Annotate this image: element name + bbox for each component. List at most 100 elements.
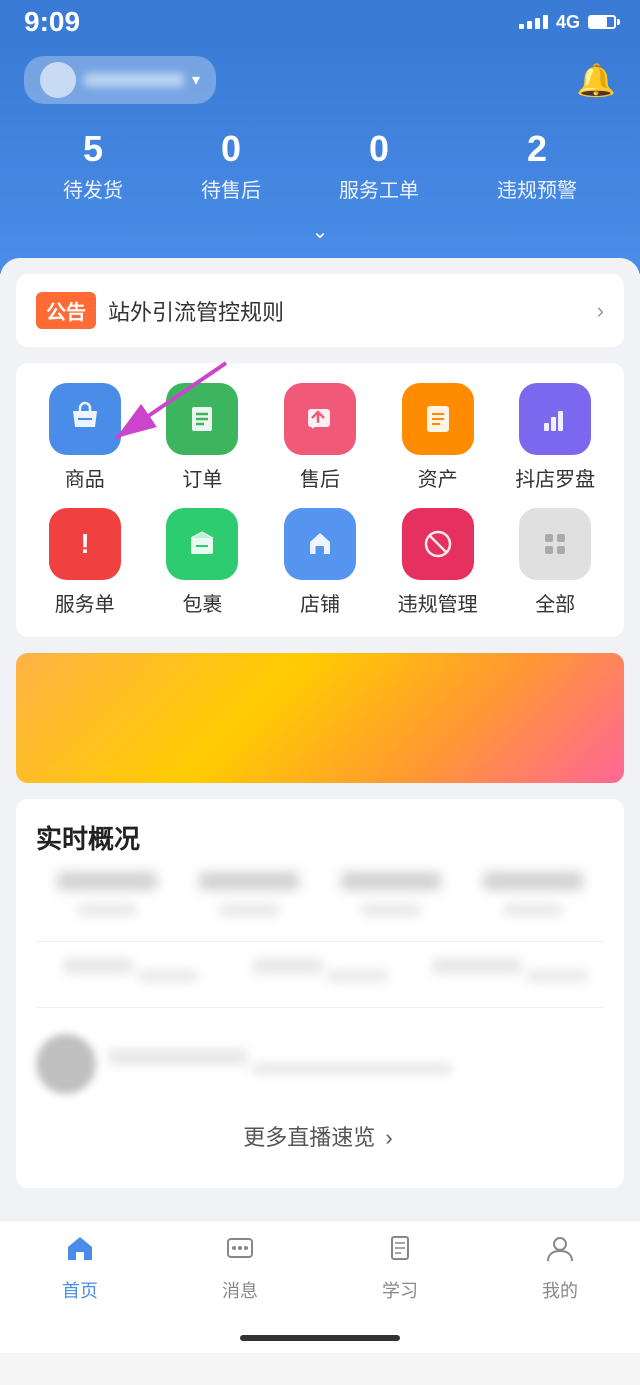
stat-pending-ship[interactable]: 5 待发货	[63, 128, 123, 203]
status-time: 9:09	[24, 6, 80, 38]
store-label: 店铺	[300, 588, 340, 617]
service-label: 服务单	[55, 588, 115, 617]
menu-card: 商品 订单	[16, 363, 624, 637]
assets-label: 资产	[418, 463, 458, 492]
stat-label-0: 待发货	[63, 174, 123, 203]
nav-messages[interactable]: 消息	[160, 1233, 320, 1303]
battery-icon	[588, 15, 616, 29]
nav-home[interactable]: 首页	[0, 1233, 160, 1303]
nav-learn[interactable]: 学习	[320, 1233, 480, 1303]
goods-icon	[49, 383, 121, 455]
signal-icon	[519, 15, 548, 29]
realtime-col-1	[36, 872, 178, 921]
violation-label: 违规管理	[398, 588, 478, 617]
announcement-bar[interactable]: 公告 站外引流管控规则 ›	[16, 274, 624, 347]
realtime-title: 实时概况	[36, 819, 604, 856]
status-bar: 9:09 4G	[0, 0, 640, 44]
bell-icon[interactable]: 🔔	[576, 61, 616, 99]
stats-row: 5 待发货 0 待售后 0 服务工单 2 违规预警	[24, 128, 616, 203]
live-avatar	[36, 1034, 96, 1094]
announcement-badge: 公告	[36, 292, 96, 329]
home-icon	[64, 1233, 96, 1273]
nav-home-label: 首页	[62, 1277, 98, 1303]
assets-icon	[402, 383, 474, 455]
nav-messages-label: 消息	[222, 1277, 258, 1303]
stat-service-order[interactable]: 0 服务工单	[339, 128, 419, 203]
stat-num-3: 2	[497, 128, 577, 170]
stat-label-3: 违规预警	[497, 174, 577, 203]
all-icon	[519, 508, 591, 580]
shop-avatar	[40, 62, 76, 98]
order-label: 订单	[182, 463, 222, 492]
parcel-icon	[166, 508, 238, 580]
nav-profile-label: 我的	[542, 1277, 578, 1303]
menu-item-store[interactable]: 店铺	[261, 508, 379, 617]
menu-item-compass[interactable]: 抖店罗盘	[496, 383, 614, 492]
menu-item-goods[interactable]: 商品	[26, 383, 144, 492]
menu-item-parcel[interactable]: 包裹	[144, 508, 262, 617]
home-indicator	[0, 1327, 640, 1353]
stat-num-0: 5	[63, 128, 123, 170]
bottom-nav: 首页 消息 学习	[0, 1220, 640, 1327]
realtime-card: 实时概况	[16, 799, 624, 1188]
status-icons: 4G	[519, 12, 616, 33]
parcel-label: 包裹	[182, 588, 222, 617]
header-top: ▾ 🔔	[24, 56, 616, 104]
stat-label-2: 服务工单	[339, 174, 419, 203]
menu-item-violation[interactable]: 违规管理	[379, 508, 497, 617]
header: ▾ 🔔 5 待发货 0 待售后 0 服务工单 2 违规预警 ⌄	[0, 44, 640, 274]
shop-selector[interactable]: ▾	[24, 56, 216, 104]
realtime-col-6	[225, 958, 414, 987]
main-content: 公告 站外引流管控规则 ›	[0, 258, 640, 1220]
aftersale-label: 售后	[300, 463, 340, 492]
profile-icon	[544, 1233, 576, 1273]
more-live-arrow: ›	[385, 1125, 392, 1150]
realtime-col-2	[178, 872, 320, 921]
network-label: 4G	[556, 12, 580, 33]
violation-icon	[402, 508, 474, 580]
store-icon	[284, 508, 356, 580]
learn-icon	[384, 1233, 416, 1273]
order-icon	[166, 383, 238, 455]
nav-learn-label: 学习	[382, 1277, 418, 1303]
menu-grid: 商品 订单	[26, 383, 614, 617]
shop-name	[84, 73, 184, 87]
announcement-text: 站外引流管控规则	[108, 295, 585, 327]
divider2	[36, 1007, 604, 1008]
realtime-col-7	[415, 958, 604, 987]
all-label: 全部	[535, 588, 575, 617]
menu-section: 公告 站外引流管控规则 ›	[16, 274, 624, 637]
stat-num-2: 0	[339, 128, 419, 170]
messages-icon	[224, 1233, 256, 1273]
blur-live-row	[36, 1024, 604, 1104]
realtime-col-5	[36, 958, 225, 987]
home-bar	[240, 1335, 400, 1341]
stat-num-1: 0	[201, 128, 261, 170]
menu-item-assets[interactable]: 资产	[379, 383, 497, 492]
menu-item-aftersale[interactable]: 售后	[261, 383, 379, 492]
more-live-link[interactable]: 更多直播速览 ›	[36, 1104, 604, 1168]
svg-text:!: !	[80, 528, 89, 559]
nav-profile[interactable]: 我的	[480, 1233, 640, 1303]
menu-item-service[interactable]: ! 服务单	[26, 508, 144, 617]
service-icon: !	[49, 508, 121, 580]
stat-violation[interactable]: 2 违规预警	[497, 128, 577, 203]
chevron-down-icon: ▾	[192, 70, 200, 90]
expand-arrow[interactable]: ⌄	[24, 219, 616, 244]
divider	[36, 941, 604, 942]
stat-pending-after[interactable]: 0 待售后	[201, 128, 261, 203]
realtime-col-4	[462, 872, 604, 921]
live-content	[108, 1049, 604, 1080]
menu-item-order[interactable]: 订单	[144, 383, 262, 492]
more-live-text: 更多直播速览	[243, 1125, 375, 1150]
menu-item-all[interactable]: 全部	[496, 508, 614, 617]
announcement-arrow: ›	[597, 298, 604, 324]
compass-label: 抖店罗盘	[515, 463, 595, 492]
realtime-stats-row2	[36, 958, 604, 987]
goods-label: 商品	[65, 463, 105, 492]
banner[interactable]	[16, 653, 624, 783]
aftersale-icon	[284, 383, 356, 455]
compass-icon	[519, 383, 591, 455]
stat-label-1: 待售后	[201, 174, 261, 203]
realtime-col-3	[320, 872, 462, 921]
